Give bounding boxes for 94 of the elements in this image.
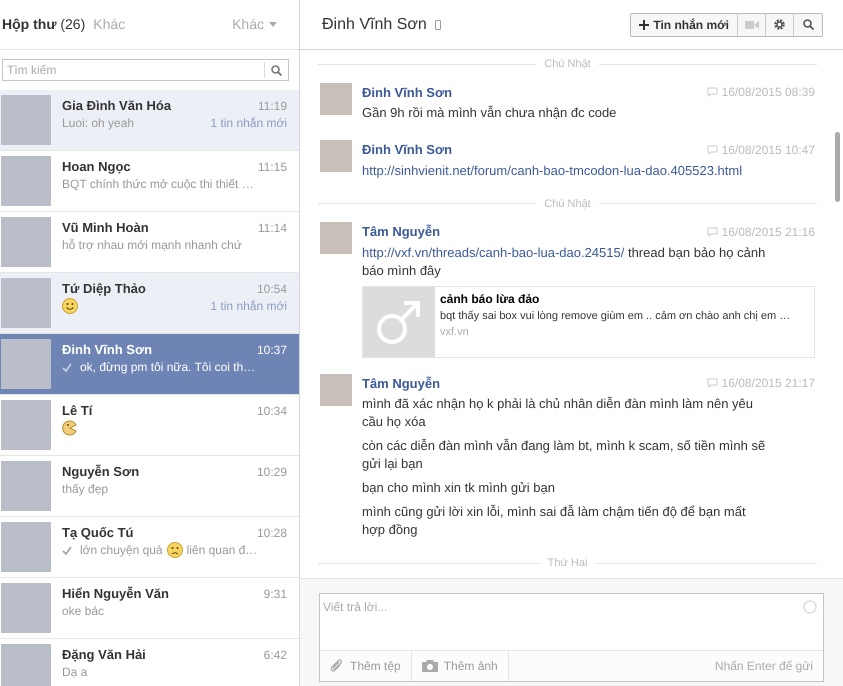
avatar-photo xyxy=(1,278,51,328)
search-icon[interactable] xyxy=(271,64,282,76)
unread-count: 1 tin nhắn mới xyxy=(210,115,287,131)
contact-name: Tứ Diệp Thảo xyxy=(62,281,146,297)
link-description: bqt thấy sai box vui lòng remove giùm em .. cảm ơn chào anh chị em … xyxy=(440,308,790,324)
message-time: 9:31 xyxy=(264,586,287,602)
message-text: còn các diễn đàn mình vẫn đang làm bt, mình k scam, số tiền mình sẽ gửi lại bạn xyxy=(362,437,766,473)
link-title: cảnh báo lừa đảo xyxy=(440,290,540,308)
smiley-icon xyxy=(62,298,78,314)
reply-field[interactable]: Viết trả lời... xyxy=(320,594,797,650)
avatar-photo xyxy=(1,461,51,511)
avatar-photo xyxy=(1,583,51,633)
message-link[interactable]: http://sinhvienit.net/forum/canh-bao-tmcodon-lua-dao.405523.html xyxy=(362,162,742,178)
date-divider: Chủ Nhật xyxy=(544,196,591,212)
message-time: 10:37 xyxy=(256,342,287,358)
message-preview: liên quan đ… xyxy=(186,542,258,558)
video-camera-icon xyxy=(744,20,758,28)
speech-bubble-icon xyxy=(706,378,718,388)
message-time: 6:42 xyxy=(264,647,287,663)
contact-name: Đặng Văn Hải xyxy=(62,647,146,663)
avatar-photo xyxy=(320,374,352,406)
contact-name: Đinh Vĩnh Sơn xyxy=(62,342,152,358)
unread-count: 1 tin nhắn mới xyxy=(210,298,287,314)
contact-name: Nguyễn Sơn xyxy=(62,464,140,480)
link-preview-card[interactable]: cảnh báo lừa đảo bqt thấy sai box vui lòng remove giùm em .. cảm ơn chào anh chị em … vxf.vn xyxy=(362,286,815,358)
message-text: Gần 9h rồi mà mình vẫn chưa nhận đc code xyxy=(362,104,618,122)
link-domain: vxf.vn xyxy=(440,325,470,340)
contact-name: Gia Đình Văn Hóa xyxy=(62,98,172,114)
author-name[interactable]: Tâm Nguyễn xyxy=(362,222,440,242)
contact-name: Hiển Nguyễn Văn xyxy=(62,586,169,602)
message-text: mình cũng gửi lời xin lỗi, mình sai đẫ làm chậm tiến độ để bạn mất hợp đồng xyxy=(362,503,747,539)
author-name[interactable]: Đinh Vĩnh Sơn xyxy=(362,140,452,160)
frown-icon xyxy=(166,542,183,558)
message-text: mình đã xác nhận họ k phải là chủ nhân diễn đàn mình làm nên yêu cầu họ xóa xyxy=(362,395,754,431)
message-time: 10:34 xyxy=(256,403,287,419)
contact-name: Hoan Ngọc xyxy=(62,159,131,175)
avatar-photo xyxy=(1,95,51,145)
message-preview: lớn chuyện quá xyxy=(80,542,163,558)
caret-icon xyxy=(269,22,277,27)
message-timestamp: 16/08/2015 10:47 xyxy=(722,142,815,159)
plus-icon xyxy=(639,20,650,30)
message-preview: thấy đẹp xyxy=(62,481,108,497)
date-divider: Chủ Nhật xyxy=(544,57,591,72)
contact-name: Lê Tí xyxy=(62,403,92,419)
speech-bubble-icon xyxy=(706,87,718,98)
message-time: 10:54 xyxy=(256,281,287,297)
conversation-item[interactable]: Gia Đình Văn Hóa 11:19 Luoi: oh yeah 1 tin nhắn mới xyxy=(0,90,299,151)
message-timestamp: 16/08/2015 08:39 xyxy=(722,84,815,102)
avatar-photo xyxy=(1,400,51,450)
message-preview: hỗ trợ nhau mới mạnh nhanh chứ xyxy=(62,237,242,253)
message-time: 10:28 xyxy=(256,525,287,541)
message-preview: BQT chính thức mở cuộc thi thiết … xyxy=(62,176,254,192)
search-input[interactable]: Tìm kiếm xyxy=(3,61,264,79)
message-text: http://vxf.vn/threads/canh-bao-lua-dao.24515/ thread bạn bảo họ cảnh báo mình đây xyxy=(362,244,766,280)
message-time: 11:15 xyxy=(258,159,287,175)
avatar-photo xyxy=(1,156,51,206)
scrollbar[interactable] xyxy=(835,132,840,202)
mobile-phone-icon xyxy=(434,20,441,30)
message-time: 10:29 xyxy=(256,464,287,480)
pacman-face-icon xyxy=(62,420,78,436)
message-timestamp: 16/08/2015 21:16 xyxy=(722,224,815,241)
conversation-item[interactable]: Tứ Diệp Thảo 10:54 1 tin nhắn mới xyxy=(0,273,299,334)
date-divider: Thứ Hai xyxy=(548,556,588,571)
avatar-photo xyxy=(1,217,51,267)
inbox-tab[interactable]: Hộp thư (26) xyxy=(2,14,86,35)
speech-bubble-icon xyxy=(706,226,718,237)
avatar-photo xyxy=(320,82,352,114)
avatar-photo xyxy=(1,339,51,389)
paperclip-icon xyxy=(330,659,344,673)
message-time: 11:19 xyxy=(258,98,287,114)
avatar-photo xyxy=(320,140,352,172)
message-preview: Luoi: oh yeah xyxy=(62,115,134,131)
message-text: bạn cho mình xin tk mình gửi bạn xyxy=(362,479,556,497)
conversation-title: Đinh Vĩnh Sơn xyxy=(322,14,427,34)
avatar-photo xyxy=(1,644,51,686)
message-timestamp: 16/08/2015 21:17 xyxy=(722,375,815,392)
search-icon xyxy=(802,19,814,30)
contact-name: Vũ Minh Hoàn xyxy=(62,220,149,236)
settings-icon xyxy=(773,18,786,31)
message-preview: Dạ a xyxy=(62,664,88,680)
message-time: 11:14 xyxy=(258,220,287,236)
avatar-photo xyxy=(1,522,51,572)
camera-icon xyxy=(422,660,438,672)
search-field[interactable]: Tìm kiếm xyxy=(2,59,289,81)
message-preview: oke bác xyxy=(62,603,104,619)
message-link[interactable]: http://vxf.vn/threads/canh-bao-lua-dao.24515/ xyxy=(362,244,624,260)
avatar-photo xyxy=(320,222,352,254)
conversation-item[interactable]: Đinh Vĩnh Sơn 10:37 ok, đừng pm tôi nữa. Tôi coi th… xyxy=(0,334,299,395)
enter-to-send-hint: Nhấn Enter để gửi xyxy=(714,658,813,675)
speech-bubble-icon xyxy=(706,144,718,155)
author-name[interactable]: Đinh Vĩnh Sơn xyxy=(362,82,452,102)
message-preview: ok, đừng pm tôi nữa. Tôi coi th… xyxy=(80,359,256,375)
contact-name: Tạ Quốc Tú xyxy=(62,525,134,541)
author-name[interactable]: Tâm Nguyễn xyxy=(362,374,440,393)
